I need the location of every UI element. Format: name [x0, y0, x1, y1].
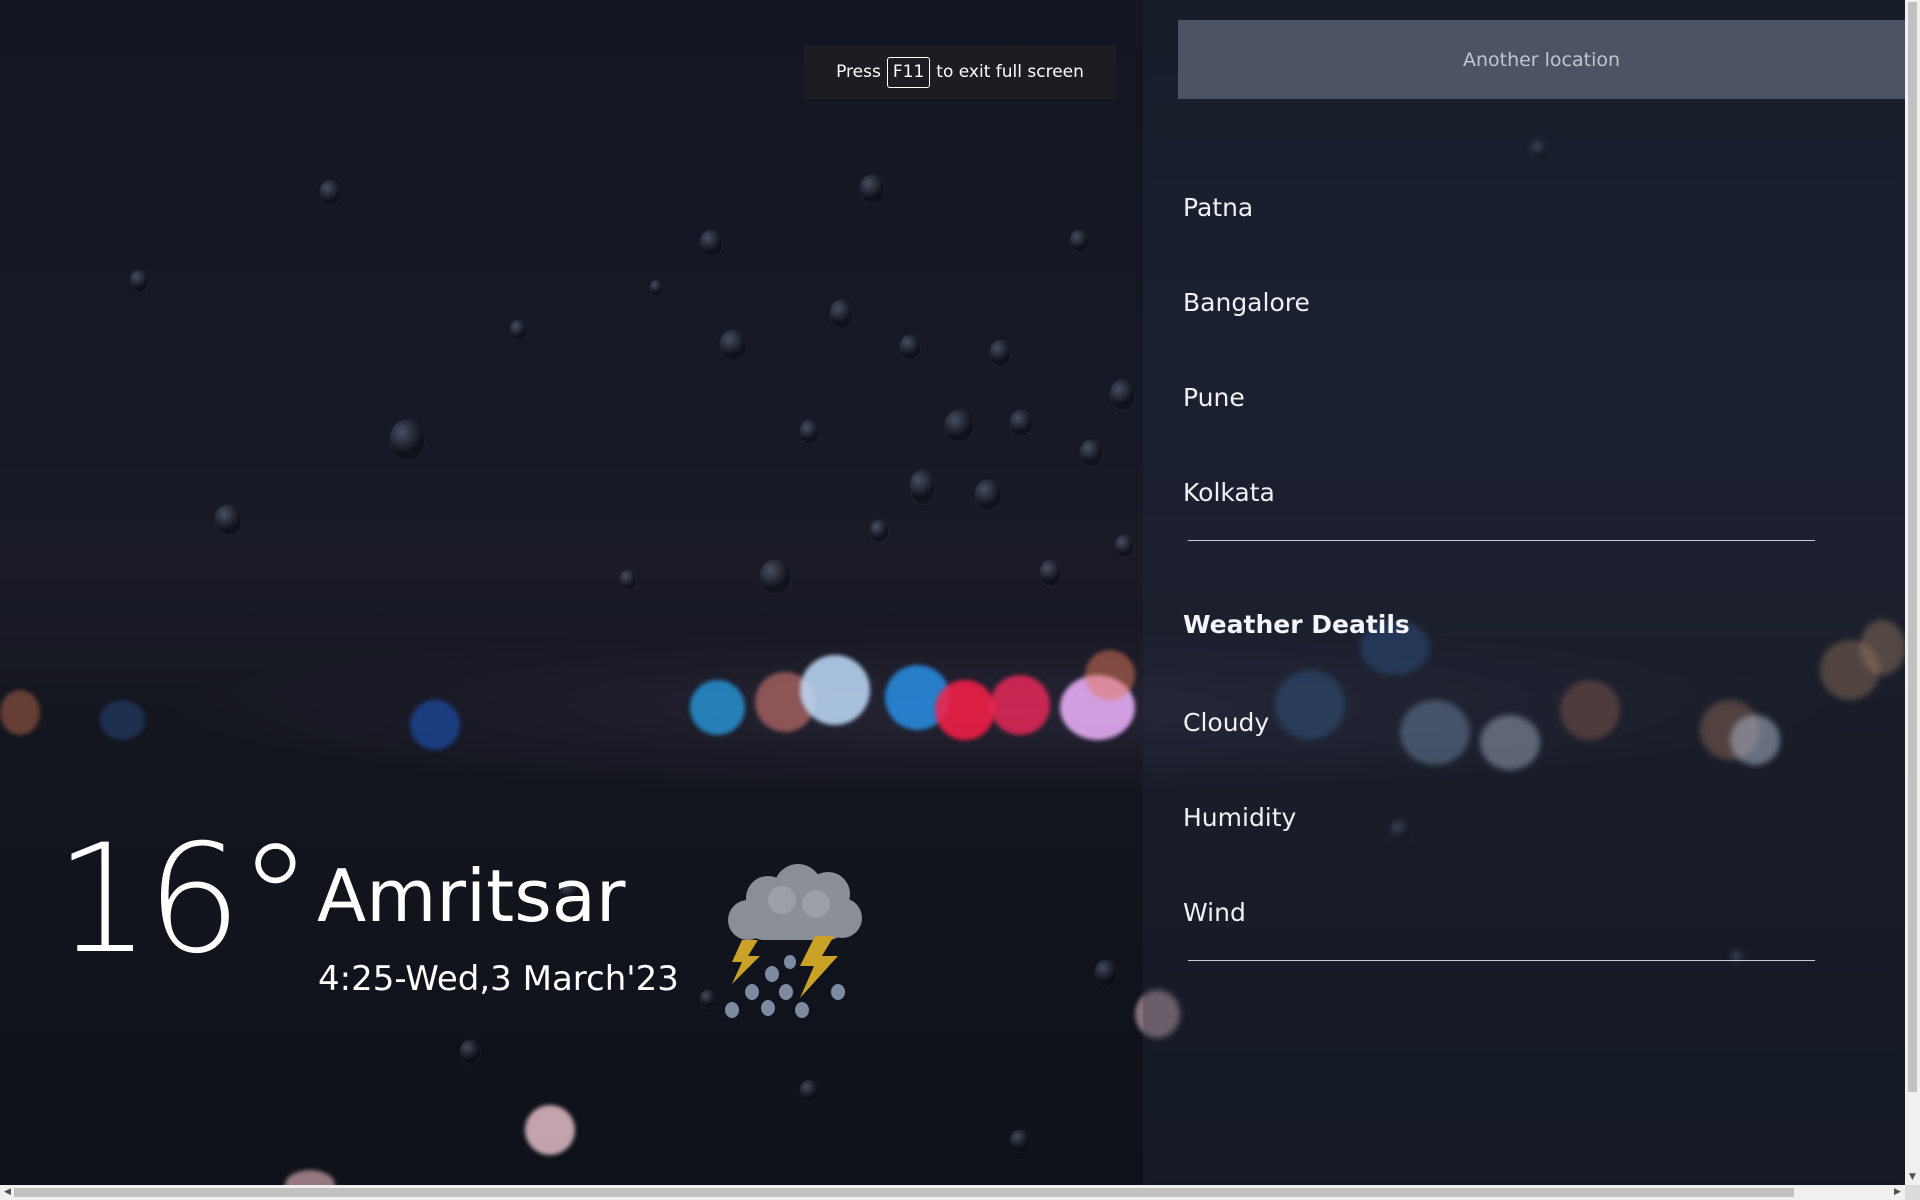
- f11-key: F11: [886, 56, 931, 88]
- side-panel: Patna Bangalore Pune Kolkata Weather Dea…: [1143, 0, 1905, 1185]
- divider: [1188, 960, 1815, 961]
- thunderstorm-icon: [725, 864, 862, 1018]
- scroll-left-arrow-icon[interactable]: ◀: [0, 1185, 15, 1200]
- vertical-scrollbar[interactable]: ▼: [1905, 0, 1920, 1185]
- horizontal-scroll-thumb[interactable]: [14, 1188, 1794, 1197]
- city-item-patna[interactable]: Patna: [1183, 180, 1813, 275]
- weather-details-list: Cloudy Humidity Wind: [1183, 695, 1296, 980]
- fullscreen-notice-prefix: Press: [836, 62, 881, 82]
- current-city-name: Amritsar: [317, 854, 626, 938]
- scroll-down-arrow-icon[interactable]: ▼: [1905, 1170, 1920, 1185]
- scroll-right-arrow-icon[interactable]: ▶: [1890, 1185, 1905, 1200]
- fullscreen-notice-suffix: to exit full screen: [936, 62, 1084, 82]
- temperature: 16°: [55, 813, 313, 987]
- divider: [1188, 540, 1815, 541]
- detail-cloudy: Cloudy: [1183, 708, 1270, 737]
- weather-app-page: Press F11 to exit full screen 16° Amrits…: [0, 0, 1905, 1185]
- city-item-pune[interactable]: Pune: [1183, 370, 1813, 465]
- weather-details-title: Weather Deatils: [1183, 610, 1410, 639]
- location-search-input[interactable]: [1178, 20, 1905, 99]
- horizontal-scrollbar[interactable]: ◀ ▶: [0, 1185, 1905, 1200]
- fullscreen-notice: Press F11 to exit full screen: [804, 45, 1116, 99]
- detail-humidity: Humidity: [1183, 803, 1297, 832]
- city-item-kolkata[interactable]: Kolkata: [1183, 465, 1813, 560]
- city-list: Patna Bangalore Pune Kolkata: [1183, 180, 1813, 560]
- current-datetime: 4:25-Wed,3 March'23: [318, 959, 679, 999]
- vertical-scroll-thumb[interactable]: [1908, 2, 1917, 1092]
- city-item-bangalore[interactable]: Bangalore: [1183, 275, 1813, 370]
- scrollbar-corner: [1905, 1185, 1920, 1200]
- detail-wind: Wind: [1183, 898, 1246, 927]
